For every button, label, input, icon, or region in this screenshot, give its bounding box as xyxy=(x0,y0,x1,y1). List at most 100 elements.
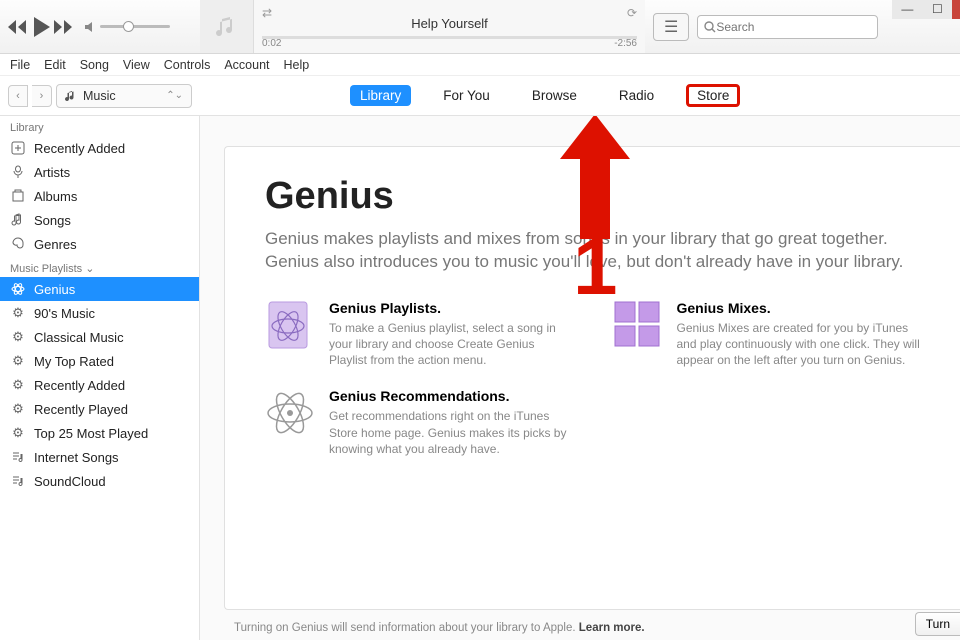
content-area: Genius Genius makes playlists and mixes … xyxy=(200,116,960,640)
time-elapsed: 0:02 xyxy=(262,38,281,49)
volume-slider[interactable] xyxy=(84,21,170,33)
sidebar-item-internet-songs[interactable]: Internet Songs xyxy=(0,445,199,469)
gear-icon: ⚙ xyxy=(10,353,26,369)
panel-title: Genius xyxy=(265,175,920,218)
feature-playlists: Genius Playlists. To make a Genius playl… xyxy=(265,300,573,369)
now-playing-title: Help Yourself xyxy=(411,16,488,31)
genius-recommendations-icon xyxy=(265,388,315,438)
sidebar-item-albums[interactable]: Albums xyxy=(0,184,199,208)
genius-mixes-icon xyxy=(613,300,663,350)
sidebar-item-label: SoundCloud xyxy=(34,474,106,489)
sidebar-item-label: Recently Added xyxy=(34,378,125,393)
playlist-icon xyxy=(10,449,26,465)
menu-controls[interactable]: Controls xyxy=(164,58,211,72)
sidebar-item-label: Internet Songs xyxy=(34,450,119,465)
category-label: Music xyxy=(83,89,116,103)
search-icon xyxy=(704,21,716,33)
recently-added-icon xyxy=(10,140,26,156)
time-remaining: -2:56 xyxy=(614,38,637,49)
microphone-icon xyxy=(10,164,26,180)
sidebar-item-recently-added-pl[interactable]: ⚙ Recently Added xyxy=(0,373,199,397)
play-button[interactable] xyxy=(32,17,50,37)
sidebar-item-label: Artists xyxy=(34,165,70,180)
feature-title: Genius Recommendations. xyxy=(329,388,573,404)
sidebar-item-genius[interactable]: Genius xyxy=(0,277,199,301)
album-art-placeholder xyxy=(200,0,254,53)
feature-desc: Genius Mixes are created for you by iTun… xyxy=(677,320,921,369)
feature-title: Genius Playlists. xyxy=(329,300,573,316)
sidebar-item-label: Top 25 Most Played xyxy=(34,426,148,441)
nav-forward-button[interactable]: › xyxy=(32,85,52,107)
sidebar-item-label: My Top Rated xyxy=(34,354,114,369)
menu-edit[interactable]: Edit xyxy=(44,58,66,72)
next-track-button[interactable] xyxy=(54,20,74,34)
menu-help[interactable]: Help xyxy=(284,58,310,72)
sidebar-item-genres[interactable]: Genres xyxy=(0,232,199,256)
music-note-icon xyxy=(65,90,77,102)
genres-icon xyxy=(10,236,26,252)
tab-for-you[interactable]: For You xyxy=(433,85,500,107)
menu-bar: File Edit Song View Controls Account Hel… xyxy=(0,54,960,76)
content-tabs: Library For You Browse Radio Store xyxy=(200,84,960,108)
sidebar-item-label: Classical Music xyxy=(34,330,124,345)
genius-playlist-icon xyxy=(265,300,315,350)
menu-song[interactable]: Song xyxy=(80,58,109,72)
feature-title: Genius Mixes. xyxy=(677,300,921,316)
tab-library[interactable]: Library xyxy=(350,85,411,107)
sidebar-item-top25[interactable]: ⚙ Top 25 Most Played xyxy=(0,421,199,445)
prev-track-button[interactable] xyxy=(8,20,28,34)
shuffle-icon[interactable]: ⇄ xyxy=(262,6,272,20)
learn-more-link[interactable]: Learn more. xyxy=(579,622,645,634)
menu-account[interactable]: Account xyxy=(224,58,269,72)
window-minimize-button[interactable]: — xyxy=(892,0,922,19)
window-close-button[interactable]: ✕ xyxy=(952,0,960,19)
feature-mixes: Genius Mixes. Genius Mixes are created f… xyxy=(613,300,921,369)
gear-icon: ⚙ xyxy=(10,305,26,321)
genius-panel: Genius Genius makes playlists and mixes … xyxy=(224,146,960,610)
tab-browse[interactable]: Browse xyxy=(522,85,587,107)
sidebar-item-label: Albums xyxy=(34,189,77,204)
tab-radio[interactable]: Radio xyxy=(609,85,664,107)
genius-atom-icon xyxy=(10,281,26,297)
sidebar-item-artists[interactable]: Artists xyxy=(0,160,199,184)
sidebar-item-label: Genres xyxy=(34,237,77,252)
nav-back-button[interactable]: ‹ xyxy=(8,85,28,107)
sidebar-item-label: Recently Added xyxy=(34,141,125,156)
sidebar-item-90s[interactable]: ⚙ 90's Music xyxy=(0,301,199,325)
gear-icon: ⚙ xyxy=(10,401,26,417)
menu-file[interactable]: File xyxy=(10,58,30,72)
tab-store[interactable]: Store xyxy=(686,84,740,108)
turn-on-button[interactable]: Turn xyxy=(915,612,960,636)
sidebar-item-top-rated[interactable]: ⚙ My Top Rated xyxy=(0,349,199,373)
window-maximize-button[interactable]: ☐ xyxy=(922,0,952,19)
progress-bar[interactable] xyxy=(262,36,637,39)
playlist-icon xyxy=(10,473,26,489)
volume-icon xyxy=(84,21,96,33)
gear-icon: ⚙ xyxy=(10,329,26,345)
category-selector[interactable]: Music ⌃⌄ xyxy=(56,84,192,108)
sidebar: Library Recently Added Artists Albums So… xyxy=(0,116,200,640)
footer-note: Turning on Genius will send information … xyxy=(234,622,645,634)
search-field[interactable] xyxy=(697,15,878,39)
gear-icon: ⚙ xyxy=(10,377,26,393)
sidebar-header-playlists[interactable]: Music Playlists ⌄ xyxy=(0,256,199,277)
sidebar-item-soundcloud[interactable]: SoundCloud xyxy=(0,469,199,493)
sidebar-item-recently-played[interactable]: ⚙ Recently Played xyxy=(0,397,199,421)
chevron-updown-icon: ⌃⌄ xyxy=(166,90,183,101)
feature-desc: Get recommendations right on the iTunes … xyxy=(329,408,573,457)
sub-bar: ‹ › Music ⌃⌄ Library For You Browse Radi… xyxy=(0,76,960,116)
chevron-down-icon: ⌄ xyxy=(85,263,94,275)
sidebar-header-library: Library xyxy=(0,116,199,136)
annotation-number: 1 xyxy=(573,221,618,313)
sidebar-item-label: Recently Played xyxy=(34,402,128,417)
sidebar-item-songs[interactable]: Songs xyxy=(0,208,199,232)
repeat-icon[interactable]: ⟳ xyxy=(627,6,637,20)
menu-view[interactable]: View xyxy=(123,58,150,72)
search-input[interactable] xyxy=(716,20,871,34)
sidebar-item-recently-added[interactable]: Recently Added xyxy=(0,136,199,160)
sidebar-item-classical[interactable]: ⚙ Classical Music xyxy=(0,325,199,349)
gear-icon: ⚙ xyxy=(10,425,26,441)
sidebar-item-label: 90's Music xyxy=(34,306,95,321)
list-view-button[interactable]: ☰ xyxy=(653,13,689,41)
sidebar-item-label: Genius xyxy=(34,282,75,297)
